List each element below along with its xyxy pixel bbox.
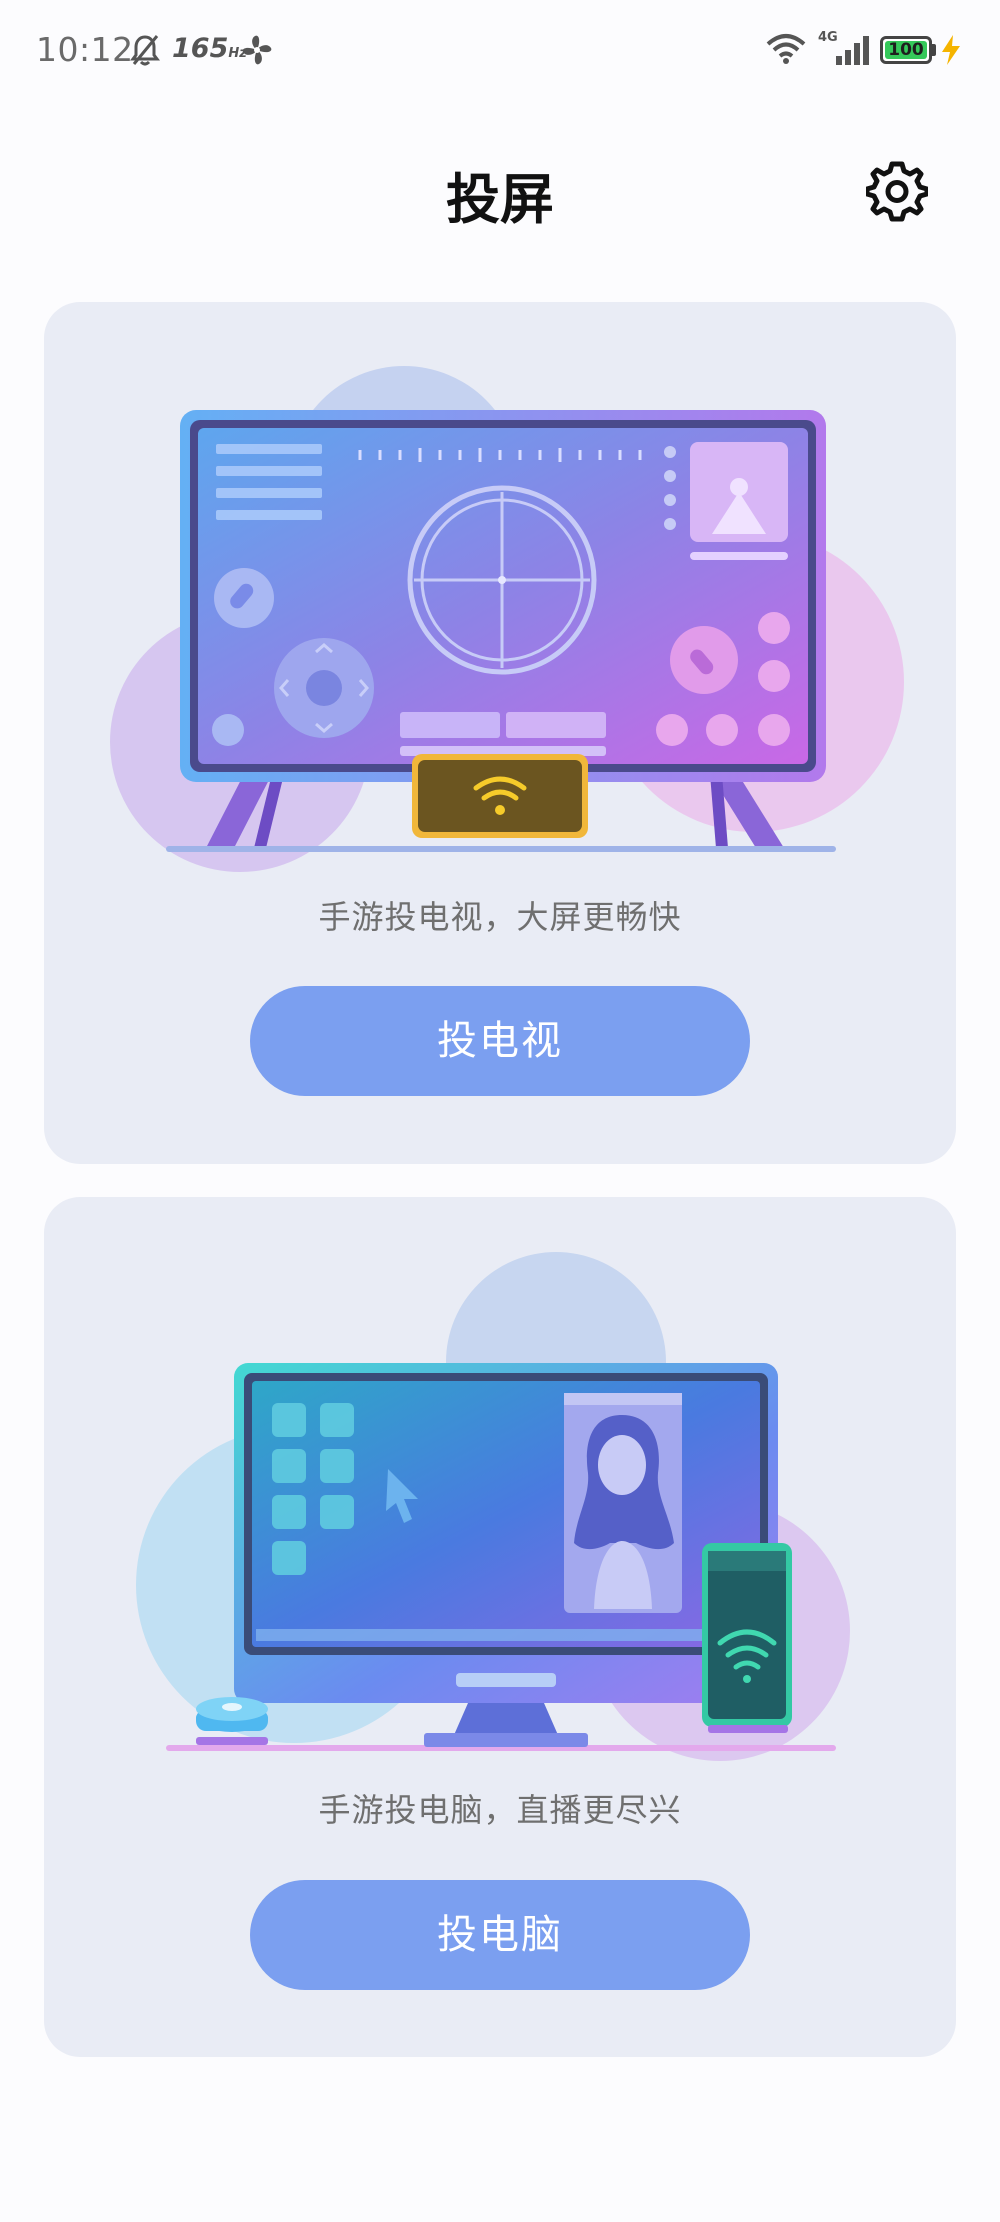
status-time: 10:12 <box>36 30 134 69</box>
cast-to-tv-card: 手游投电视，大屏更畅快 投电视 <box>44 302 956 1164</box>
page-title: 投屏 <box>446 168 554 231</box>
battery-level: 100 <box>885 41 927 59</box>
tv-illustration <box>110 366 904 872</box>
cast-to-tv-button[interactable]: 投电视 <box>250 986 750 1096</box>
mute-icon <box>130 35 160 66</box>
wifi-icon <box>766 34 806 64</box>
refresh-rate: 165Hz <box>172 33 247 64</box>
battery-tip <box>932 44 936 56</box>
battery-icon: 100 <box>880 36 932 64</box>
charging-bolt-icon <box>942 35 960 65</box>
tv-card-description: 手游投电视，大屏更畅快 <box>318 898 682 936</box>
pc-illustration <box>136 1252 850 1761</box>
signal-icon <box>836 36 869 65</box>
gear-icon[interactable] <box>866 160 928 222</box>
fan-icon <box>242 35 272 65</box>
status-bar: 10:12 165Hz 4G 100 <box>0 0 1000 104</box>
pc-card-description: 手游投电脑，直播更尽兴 <box>318 1791 682 1829</box>
cast-to-pc-card: 手游投电脑，直播更尽兴 投电脑 <box>44 1197 956 2057</box>
cast-to-pc-button[interactable]: 投电脑 <box>250 1880 750 1990</box>
